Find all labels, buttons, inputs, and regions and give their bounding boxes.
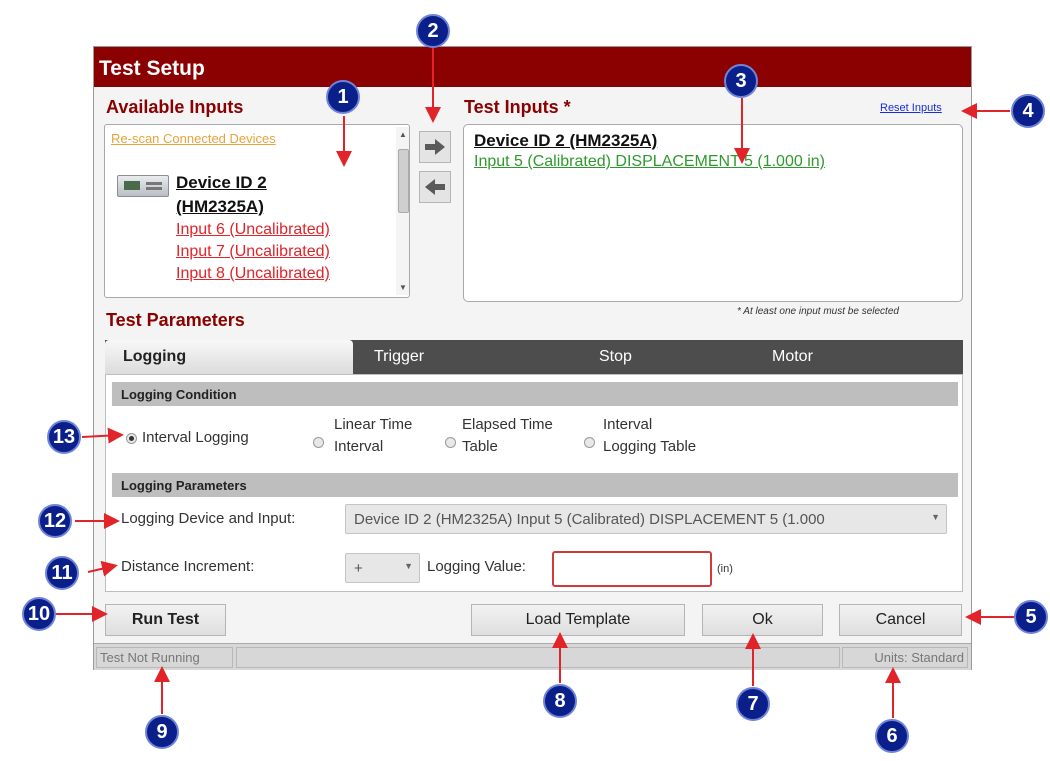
callout-7: 7 [736, 687, 770, 721]
callout-12: 12 [38, 504, 72, 538]
callout-1: 1 [326, 80, 360, 114]
callout-13: 13 [47, 420, 81, 454]
callout-5: 5 [1014, 600, 1048, 634]
callout-3: 3 [724, 64, 758, 98]
callout-11: 11 [45, 556, 79, 590]
callout-10: 10 [22, 597, 56, 631]
callout-2: 2 [416, 14, 450, 48]
callout-6: 6 [875, 719, 909, 753]
callout-11-arrow [87, 560, 118, 577]
callout-arrows [56, 46, 1016, 718]
callout-4: 4 [1011, 94, 1045, 128]
callout-13-arrow [81, 427, 124, 444]
callout-8: 8 [543, 684, 577, 718]
callout-9: 9 [145, 715, 179, 749]
